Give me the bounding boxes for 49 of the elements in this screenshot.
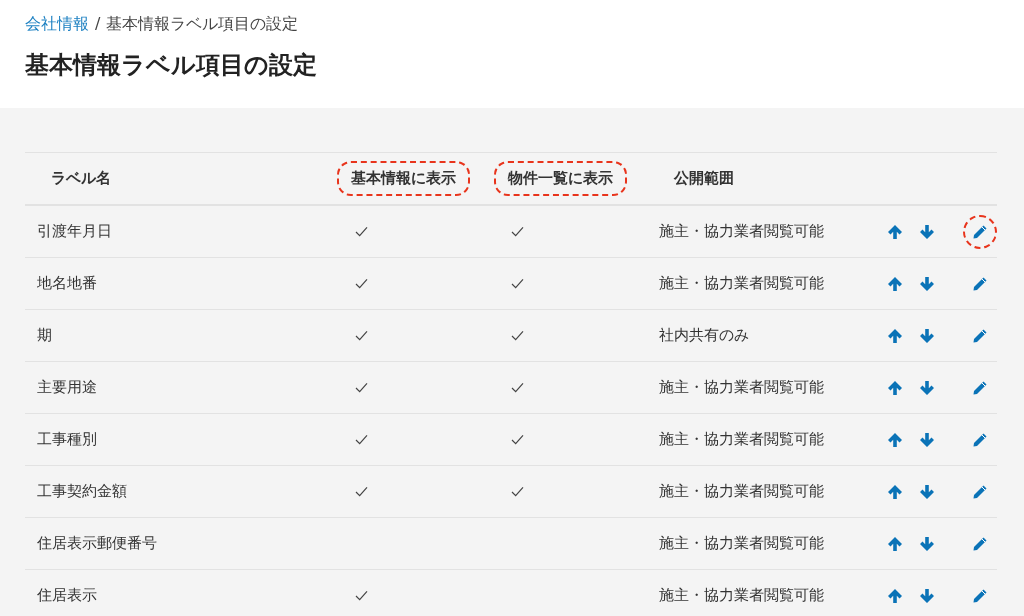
breadcrumb-separator: /: [95, 14, 101, 33]
arrow-down-icon: [919, 483, 935, 500]
pencil-icon: [972, 483, 988, 500]
visibility-scope: 施主・協力業者閲覧可能: [659, 430, 825, 449]
arrow-up-icon: [887, 327, 903, 344]
breadcrumb-link[interactable]: 会社情報: [25, 14, 89, 35]
visibility-scope: 施主・協力業者閲覧可能: [659, 378, 825, 397]
arrow-up-icon: [887, 483, 903, 500]
pencil-icon: [972, 327, 988, 344]
arrow-up-icon: [887, 535, 903, 552]
label-name: 工事種別: [37, 430, 97, 449]
arrow-down-icon: [919, 431, 935, 448]
page-title: 基本情報ラベル項目の設定: [25, 50, 318, 81]
visibility-scope: 施主・協力業者閲覧可能: [659, 222, 825, 241]
label-name: 期: [37, 326, 52, 345]
arrow-down-icon: [919, 275, 935, 292]
pencil-icon: [972, 275, 988, 292]
visibility-scope: 施主・協力業者閲覧可能: [659, 274, 825, 293]
visibility-scope: 社内共有のみ: [659, 326, 750, 345]
arrow-down-icon: [919, 327, 935, 344]
arrow-down-icon: [919, 587, 935, 604]
visibility-scope: 施主・協力業者閲覧可能: [659, 482, 825, 501]
label-name: 主要用途: [37, 378, 97, 397]
arrow-up-icon: [887, 379, 903, 396]
label-name: 地名地番: [37, 274, 97, 293]
arrow-up-icon: [887, 223, 903, 240]
pencil-icon: [972, 379, 988, 396]
column-header: 公開範囲: [672, 168, 735, 189]
arrow-down-icon: [919, 535, 935, 552]
arrow-up-icon: [887, 587, 903, 604]
visibility-scope: 施主・協力業者閲覧可能: [659, 586, 825, 605]
label-name: 引渡年月日: [37, 222, 112, 241]
visibility-scope: 施主・協力業者閲覧可能: [659, 534, 825, 553]
label-name: 住居表示郵便番号: [37, 534, 157, 553]
column-header: 物件一覧に表示: [494, 161, 627, 196]
column-header: 基本情報に表示: [337, 161, 470, 196]
pencil-icon: [972, 535, 988, 552]
edit-button[interactable]: [963, 214, 997, 249]
pencil-icon: [972, 587, 988, 604]
label-name: 住居表示: [37, 586, 97, 605]
breadcrumb-current: 基本情報ラベル項目の設定: [106, 14, 299, 35]
arrow-down-icon: [919, 223, 935, 240]
label-name: 工事契約金額: [37, 482, 127, 501]
arrow-up-icon: [887, 431, 903, 448]
pencil-icon: [972, 431, 988, 448]
pencil-icon: [972, 223, 988, 240]
arrow-down-icon: [919, 379, 935, 396]
column-header: ラベル名: [50, 168, 112, 189]
arrow-up-icon: [887, 275, 903, 292]
